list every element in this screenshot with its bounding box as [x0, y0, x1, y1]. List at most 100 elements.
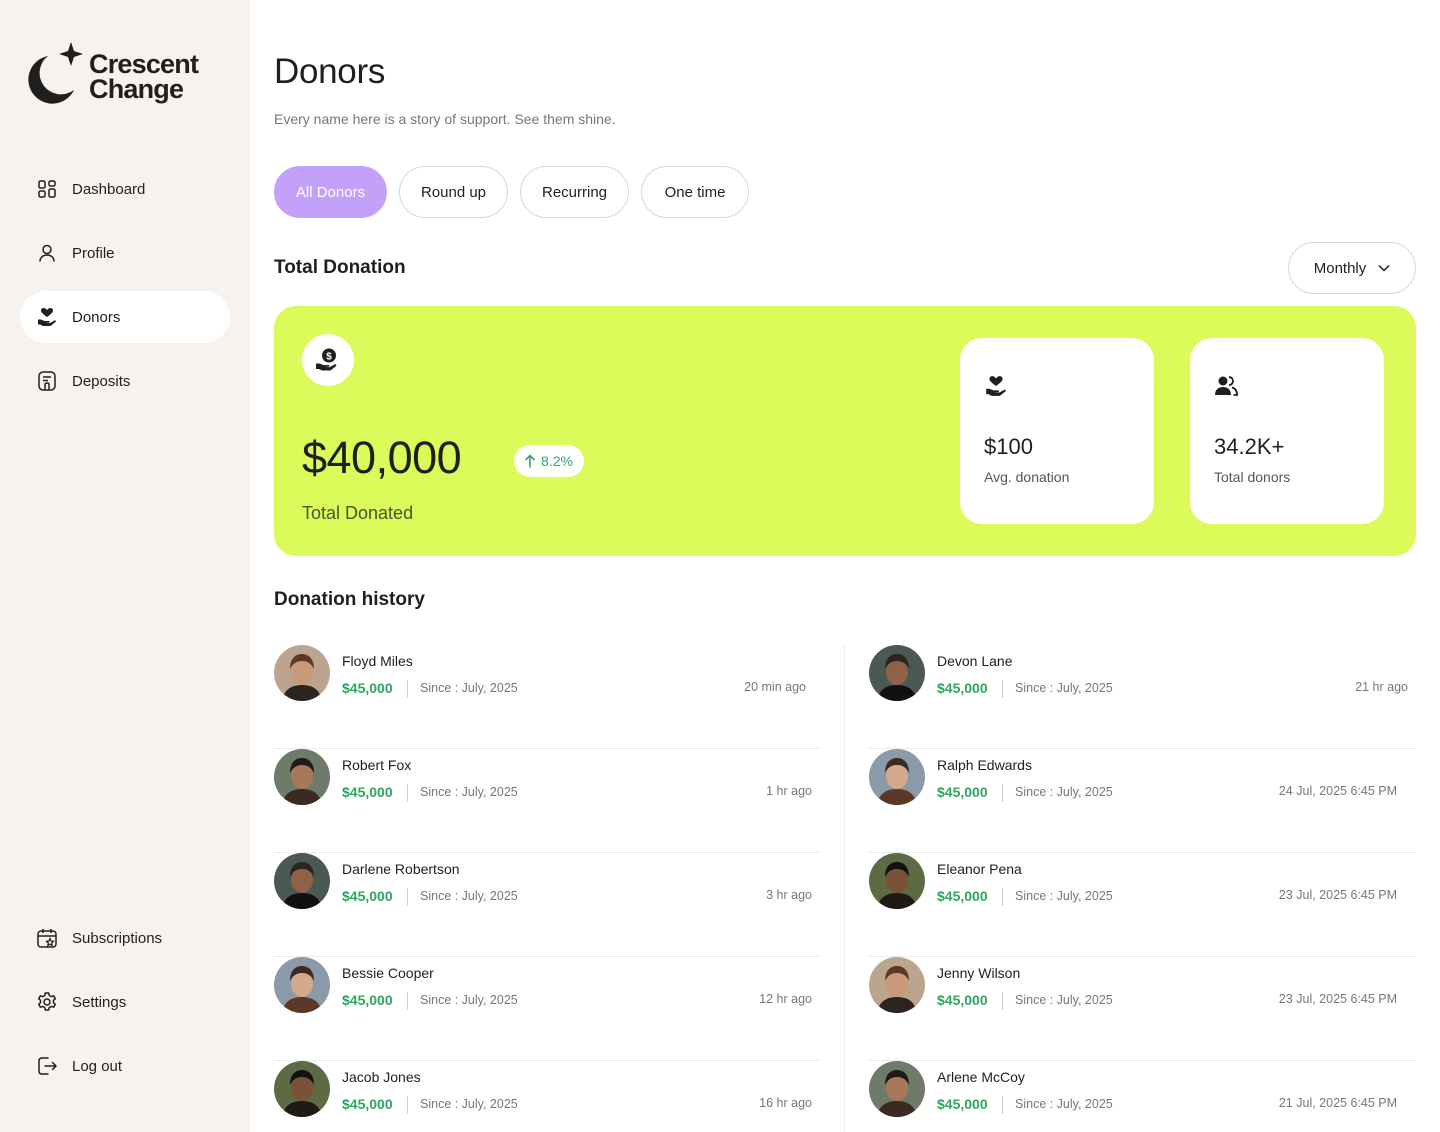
donor-row[interactable]: Darlene Robertson $45,000 Since : July, 20… [274, 853, 820, 957]
donor-since: Since : July, 2025 [1015, 785, 1113, 799]
donor-separator [1002, 1096, 1003, 1114]
sidebar-item-label: Profile [72, 244, 115, 262]
users-icon [1214, 374, 1238, 403]
logout-icon [36, 1055, 58, 1077]
donor-separator [1002, 680, 1003, 698]
donor-time: 23 Jul, 2025 6:45 PM [1278, 888, 1397, 902]
total-donation-card: $ $40,000 8.2% Total Donated $100 Avg. d… [274, 306, 1416, 556]
donor-time: 3 hr ago [766, 888, 812, 902]
avg-donation-value: $100 [984, 434, 1033, 459]
brand-logo[interactable]: Crescent Change [22, 42, 202, 106]
donor-row[interactable]: Jenny Wilson $45,000 Since : July, 2025 23 … [869, 957, 1416, 1061]
column-divider [844, 645, 845, 1132]
sidebar-item-subscriptions[interactable]: Subscriptions [20, 912, 230, 964]
growth-value: 8.2% [541, 453, 573, 469]
donor-time: 21 hr ago [1355, 680, 1408, 694]
donor-separator [407, 888, 408, 906]
period-select[interactable]: Monthly [1288, 242, 1416, 294]
donor-row[interactable]: Ralph Edwards $45,000 Since : July, 2025 24… [869, 749, 1416, 853]
donor-row[interactable]: Devon Lane $45,000 Since : July, 2025 21 hr… [869, 645, 1416, 749]
avatar [274, 1061, 330, 1117]
donor-name: Devon Lane [937, 653, 1013, 669]
donor-row[interactable]: Robert Fox $45,000 Since : July, 2025 1 hr … [274, 749, 820, 853]
brand-line-2: Change [89, 74, 184, 104]
donor-separator [1002, 784, 1003, 802]
donor-time: 12 hr ago [759, 992, 812, 1006]
donor-amount: $45,000 [342, 992, 393, 1008]
user-icon [36, 242, 58, 264]
donor-name: Jenny Wilson [937, 965, 1021, 981]
donor-name: Floyd Miles [342, 653, 413, 669]
dashboard-grid-icon [36, 178, 58, 200]
filter-recurring[interactable]: Recurring [520, 166, 629, 218]
avatar [869, 853, 925, 909]
filter-round-up[interactable]: Round up [399, 166, 508, 218]
avatar [869, 957, 925, 1013]
donor-separator [407, 1096, 408, 1114]
donor-name: Robert Fox [342, 757, 412, 773]
page-subtitle: Every name here is a story of support. S… [274, 111, 616, 127]
main-content: Donors Every name here is a story of sup… [274, 0, 1416, 1132]
donor-row[interactable]: Eleanor Pena $45,000 Since : July, 2025 23 … [869, 853, 1416, 957]
period-select-value: Monthly [1313, 259, 1367, 277]
donor-since: Since : July, 2025 [1015, 1097, 1113, 1111]
svg-text:$: $ [326, 352, 332, 363]
donor-amount: $45,000 [342, 680, 393, 696]
filter-one-time[interactable]: One time [641, 166, 749, 218]
donor-time: 23 Jul, 2025 6:45 PM [1278, 992, 1397, 1006]
donor-amount: $45,000 [342, 784, 393, 800]
sidebar-item-profile[interactable]: Profile [20, 227, 230, 279]
coin-hand-icon: $ [302, 334, 354, 386]
sidebar-item-label: Subscriptions [72, 929, 163, 947]
sidebar-item-logout[interactable]: Log out [20, 1040, 230, 1092]
page-title: Donors [274, 52, 386, 91]
donor-amount: $45,000 [937, 680, 988, 696]
total-donation-title: Total Donation [274, 257, 406, 278]
donor-time: 16 hr ago [759, 1096, 812, 1110]
sidebar-item-deposits[interactable]: Deposits [20, 355, 230, 407]
avatar [274, 749, 330, 805]
sidebar-item-label: Deposits [72, 372, 131, 390]
donor-time: 24 Jul, 2025 6:45 PM [1278, 784, 1397, 798]
donor-since: Since : July, 2025 [1015, 889, 1113, 903]
donation-history-title: Donation history [274, 589, 425, 610]
sidebar-item-settings[interactable]: Settings [20, 976, 230, 1028]
donor-name: Jacob Jones [342, 1069, 421, 1085]
heart-hand-icon [984, 374, 1008, 403]
sidebar-item-label: Log out [72, 1057, 123, 1075]
gear-icon [36, 991, 58, 1013]
donor-name: Arlene McCoy [937, 1069, 1025, 1085]
brand-wordmark: Crescent Change [89, 51, 199, 104]
sidebar-item-donors[interactable]: Donors [20, 291, 230, 343]
total-donated-label: Total Donated [302, 503, 414, 523]
donor-row[interactable]: Bessie Cooper $45,000 Since : July, 2025 12… [274, 957, 820, 1061]
donor-since: Since : July, 2025 [1015, 993, 1113, 1007]
donor-time: 21 Jul, 2025 6:45 PM [1278, 1096, 1397, 1110]
donor-since: Since : July, 2025 [420, 785, 518, 799]
donor-row[interactable]: Arlene McCoy $45,000 Since : July, 2025 21 … [869, 1061, 1416, 1132]
donor-amount: $45,000 [937, 1096, 988, 1112]
donor-time: 1 hr ago [766, 784, 812, 798]
donor-row[interactable]: Jacob Jones $45,000 Since : July, 2025 16 h… [274, 1061, 820, 1132]
total-donated-amount: $40,000 [302, 432, 462, 483]
growth-badge: 8.2% [514, 445, 584, 477]
avatar [869, 645, 925, 701]
avatar [274, 645, 330, 701]
donor-amount: $45,000 [937, 888, 988, 904]
donor-separator [407, 680, 408, 698]
donor-since: Since : July, 2025 [420, 889, 518, 903]
avatar [274, 957, 330, 1013]
sidebar-item-dashboard[interactable]: Dashboard [20, 163, 230, 215]
receipt-icon [36, 370, 58, 392]
donor-separator [1002, 888, 1003, 906]
avg-donation-card: $100 Avg. donation [960, 338, 1154, 524]
donor-separator [407, 784, 408, 802]
donor-name: Ralph Edwards [937, 757, 1032, 773]
donor-amount: $45,000 [937, 784, 988, 800]
heart-hand-icon [36, 306, 58, 328]
donor-amount: $45,000 [342, 888, 393, 904]
donor-since: Since : July, 2025 [420, 681, 518, 695]
avg-donation-label: Avg. donation [984, 469, 1070, 485]
filter-all-donors[interactable]: All Donors [274, 166, 387, 218]
donor-row[interactable]: Floyd Miles $45,000 Since : July, 2025 20 m… [274, 645, 820, 749]
